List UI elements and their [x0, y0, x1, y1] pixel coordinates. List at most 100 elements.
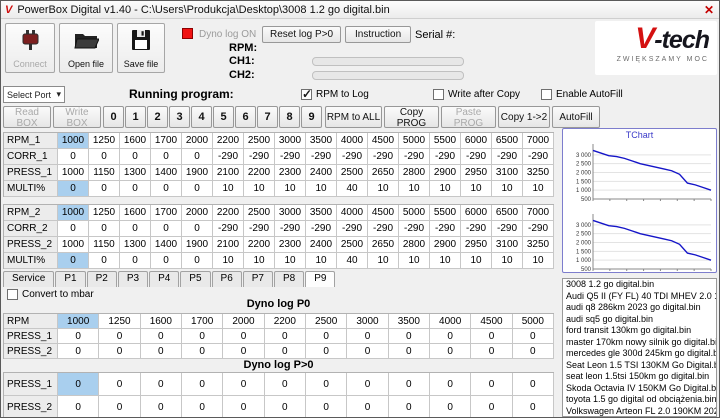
table-cell[interactable]: 7000 [523, 133, 554, 149]
prog-button-3[interactable]: 3 [169, 106, 190, 128]
table-cell[interactable]: 2000 [223, 314, 265, 329]
table-cell[interactable]: 1250 [99, 314, 141, 329]
table-cell[interactable]: 2200 [213, 205, 244, 221]
table-cell[interactable]: 10 [492, 181, 523, 197]
instruction-button[interactable]: Instruction [345, 26, 412, 43]
table-cell[interactable]: 5000 [399, 205, 430, 221]
table-cell[interactable]: -290 [368, 221, 399, 237]
write-after-copy-checkbox[interactable] [433, 89, 444, 100]
file-item[interactable]: Audi Q5 II (FY FL) 40 TDI MHEV 2.0 150kW… [563, 291, 716, 303]
tab-p6[interactable]: P6 [211, 271, 242, 287]
prog-button-4[interactable]: 4 [191, 106, 212, 128]
table-cell[interactable]: 0 [305, 329, 348, 344]
table-cell[interactable]: 2100 [213, 165, 244, 181]
autofill-button[interactable]: AutoFill [552, 106, 600, 128]
table-cell[interactable]: 2000 [182, 133, 213, 149]
copy-1-to-2-button[interactable]: Copy 1->2 [498, 106, 550, 128]
table-cell[interactable]: 0 [181, 344, 224, 359]
table-cell[interactable]: 0 [120, 149, 151, 165]
table-cell[interactable]: 3250 [523, 165, 554, 181]
table-cell[interactable]: 2650 [368, 237, 399, 253]
table-cell[interactable]: 0 [223, 373, 265, 396]
table-cell[interactable]: 1000 [58, 314, 100, 329]
table-cell[interactable]: 0 [223, 396, 265, 417]
table-cell[interactable]: 0 [58, 396, 100, 417]
table-cell[interactable]: 0 [512, 396, 554, 417]
table-cell[interactable]: 0 [471, 373, 513, 396]
file-item[interactable]: 3008 1.2 go digital.bin [563, 279, 716, 291]
table-cell[interactable]: 0 [58, 373, 100, 396]
table-cell[interactable]: 1250 [89, 133, 120, 149]
table-cell[interactable]: 0 [305, 396, 348, 417]
table-cell[interactable]: 10 [399, 181, 430, 197]
tab-p7[interactable]: P7 [242, 271, 273, 287]
table-cell[interactable]: 2800 [399, 165, 430, 181]
read-box-button[interactable]: Read BOX [3, 106, 51, 129]
prog-button-7[interactable]: 7 [257, 106, 278, 128]
table-cell[interactable]: -290 [368, 149, 399, 165]
table-cell[interactable]: -290 [275, 149, 306, 165]
table-cell[interactable]: 0 [151, 181, 182, 197]
file-item[interactable]: Volkswagen Arteon FL 2.0 190KM 2022 Go D… [563, 406, 716, 417]
file-item[interactable]: Seat Leon 1.5 TSI 130KM Go Digital.bin [563, 360, 716, 372]
table-cell[interactable]: 10 [399, 253, 430, 269]
table-cell[interactable]: 4500 [368, 133, 399, 149]
table-cell[interactable]: -290 [399, 149, 430, 165]
file-item[interactable]: seat leon 1.5tsi 150km go digital.bin [563, 371, 716, 383]
table-cell[interactable]: 5000 [512, 314, 554, 329]
table-cell[interactable]: 10 [461, 181, 492, 197]
table-cell[interactable]: -290 [523, 149, 554, 165]
connect-button[interactable]: Connect [5, 23, 55, 73]
table-cell[interactable]: 5500 [430, 133, 461, 149]
table-cell[interactable]: 4000 [429, 314, 472, 329]
tab-p5[interactable]: P5 [180, 271, 211, 287]
table-cell[interactable]: -290 [492, 221, 523, 237]
table-cell[interactable]: 1150 [89, 237, 120, 253]
table-cell[interactable]: 2650 [368, 165, 399, 181]
prog-button-8[interactable]: 8 [279, 106, 300, 128]
table-cell[interactable]: 1900 [182, 237, 213, 253]
table-cell[interactable]: 10 [368, 253, 399, 269]
tab-p2[interactable]: P2 [86, 271, 117, 287]
copy-prog-button[interactable]: Copy PROG [384, 106, 439, 129]
table-cell[interactable]: 3500 [388, 314, 430, 329]
table-cell[interactable]: 0 [223, 344, 265, 359]
table-cell[interactable]: 3000 [347, 314, 389, 329]
table-cell[interactable]: 6500 [492, 205, 523, 221]
table-cell[interactable]: 2950 [461, 165, 492, 181]
table-cell[interactable]: 40 [337, 181, 368, 197]
table-cell[interactable]: 1600 [120, 133, 151, 149]
table-cell[interactable]: 2200 [264, 314, 306, 329]
table-cell[interactable]: 0 [388, 344, 430, 359]
table-cell[interactable]: 1400 [151, 237, 182, 253]
table-cell[interactable]: 0 [181, 396, 224, 417]
table-cell[interactable]: 0 [140, 329, 182, 344]
table-cell[interactable]: 2200 [244, 165, 275, 181]
table-cell[interactable]: 1000 [58, 165, 89, 181]
table-cell[interactable]: 2500 [337, 237, 368, 253]
table-cell[interactable]: 4500 [368, 205, 399, 221]
tab-p8[interactable]: P8 [274, 271, 305, 287]
table-cell[interactable]: 2900 [430, 165, 461, 181]
write-box-button[interactable]: Write BOX [53, 106, 101, 129]
table-cell[interactable]: 10 [244, 253, 275, 269]
table-cell[interactable]: -290 [523, 221, 554, 237]
table-cell[interactable]: 0 [58, 329, 100, 344]
table-cell[interactable]: 10 [275, 181, 306, 197]
table-cell[interactable]: -290 [337, 221, 368, 237]
table-cell[interactable]: 0 [471, 344, 513, 359]
table-cell[interactable]: 6000 [461, 205, 492, 221]
table-cell[interactable]: 0 [512, 373, 554, 396]
prog-button-6[interactable]: 6 [235, 106, 256, 128]
open-file-button[interactable]: Open file [59, 23, 113, 73]
table-cell[interactable]: 10 [213, 181, 244, 197]
table-cell[interactable]: 10 [492, 253, 523, 269]
table-cell[interactable]: 0 [305, 373, 348, 396]
table-cell[interactable]: 0 [429, 344, 472, 359]
table-cell[interactable]: 2500 [244, 133, 275, 149]
table-cell[interactable]: 3250 [523, 237, 554, 253]
table-cell[interactable]: 0 [347, 373, 389, 396]
table-cell[interactable]: 0 [99, 373, 141, 396]
file-item[interactable]: Skoda Octavia IV 150KM Go Digital.bin [563, 383, 716, 395]
table-cell[interactable]: 0 [140, 344, 182, 359]
